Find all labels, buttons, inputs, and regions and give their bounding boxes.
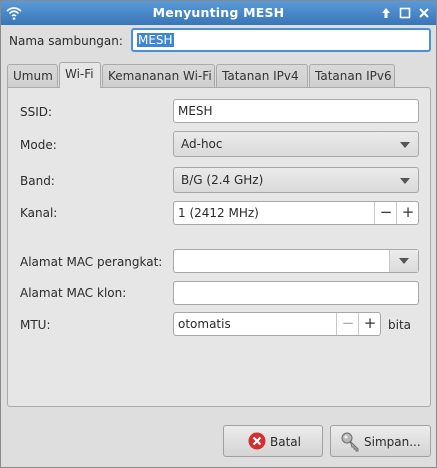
tab-wifi-security[interactable]: Kemananan Wi-Fi — [102, 64, 215, 87]
connection-name-label: Nama sambungan: — [9, 34, 123, 48]
tab-ipv4-settings[interactable]: Tatanan IPv4 — [216, 64, 308, 87]
mtu-decrement-button[interactable]: − — [336, 313, 359, 335]
channel-value: 1 (2412 MHz) — [178, 206, 259, 220]
chevron-down-icon — [400, 142, 410, 148]
mtu-increment-button[interactable]: + — [358, 313, 381, 335]
mode-label: Mode: — [20, 138, 57, 152]
tab-general[interactable]: Umum — [7, 64, 58, 87]
close-icon[interactable] — [417, 6, 431, 20]
ssid-label: SSID: — [20, 105, 53, 119]
band-label: Band: — [20, 174, 55, 188]
mtu-label: MTU: — [20, 318, 51, 332]
device-mac-combo[interactable] — [173, 249, 419, 273]
save-label: Simpan... — [364, 435, 421, 449]
cancel-label: Batal — [270, 435, 301, 449]
edit-connection-dialog: Menyunting MESH Nama sambungan: MESH Umu… — [0, 0, 437, 468]
chevron-down-icon — [400, 178, 410, 184]
band-value: B/G (2.4 GHz) — [181, 173, 264, 187]
chevron-down-icon — [399, 258, 409, 264]
mtu-spinbox[interactable]: otomatis − + — [173, 312, 381, 336]
channel-label: Kanal: — [20, 206, 58, 220]
save-button[interactable]: Simpan... — [330, 425, 431, 457]
connection-name-input[interactable]: MESH — [131, 28, 431, 52]
key-icon — [341, 432, 359, 452]
cancel-icon — [248, 432, 266, 450]
tab-ipv6-settings[interactable]: Tatanan IPv6 — [309, 64, 395, 87]
device-mac-dropdown-button[interactable] — [389, 250, 418, 272]
window-title: Menyunting MESH — [152, 5, 285, 20]
mtu-value: otomatis — [178, 317, 231, 331]
cancel-button[interactable]: Batal — [223, 425, 323, 457]
arrow-up-icon[interactable] — [379, 6, 393, 20]
connection-name-value: MESH — [137, 33, 174, 47]
device-mac-label: Alamat MAC perangkat: — [20, 255, 163, 269]
mode-value: Ad-hoc — [181, 137, 223, 151]
band-select[interactable]: B/G (2.4 GHz) — [173, 167, 419, 193]
cloned-mac-input[interactable] — [173, 281, 419, 305]
channel-spinbox[interactable]: 1 (2412 MHz) − + — [173, 201, 419, 225]
ssid-value: MESH — [178, 104, 213, 118]
tab-wifi[interactable]: Wi-Fi — [59, 62, 101, 88]
title-bar[interactable]: Menyunting MESH — [1, 1, 436, 25]
mtu-unit-label: bita — [388, 318, 412, 332]
ssid-input[interactable]: MESH — [173, 99, 419, 123]
channel-decrement-button[interactable]: − — [374, 202, 397, 224]
mode-select[interactable]: Ad-hoc — [173, 131, 419, 157]
maximize-icon[interactable] — [398, 6, 412, 20]
cloned-mac-label: Alamat MAC klon: — [20, 286, 127, 300]
channel-increment-button[interactable]: + — [396, 202, 419, 224]
